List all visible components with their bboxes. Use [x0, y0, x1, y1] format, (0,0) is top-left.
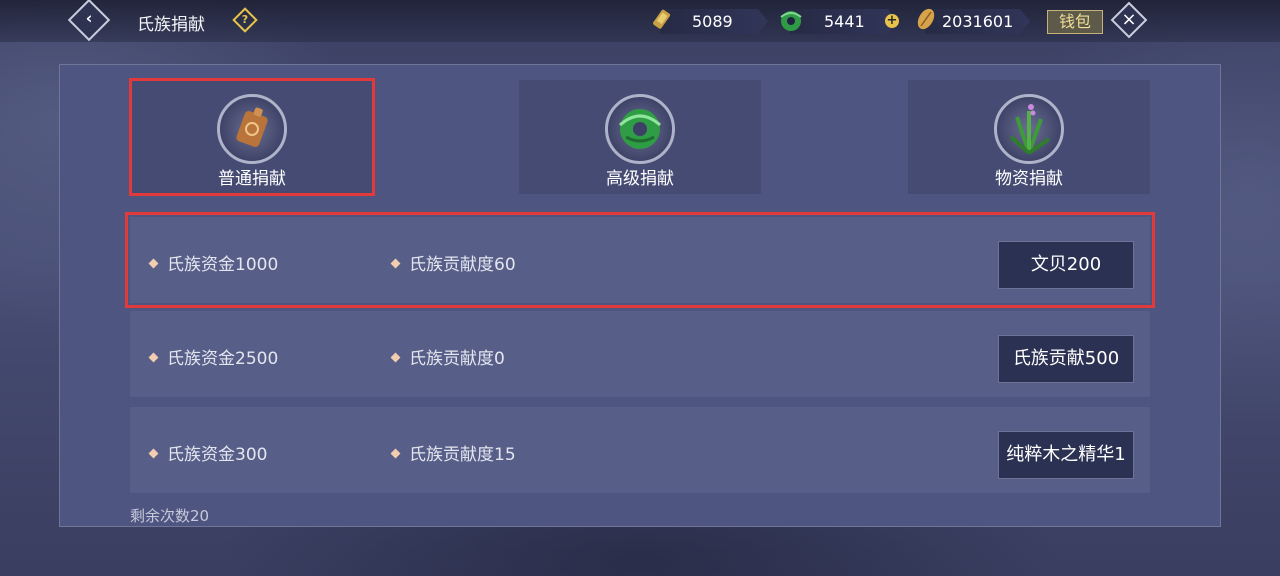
shell-icon	[917, 8, 935, 30]
diamond-bullet-icon	[390, 448, 401, 459]
diamond-bullet-icon	[390, 352, 401, 363]
top-bar: ‹ 氏族捐献 ? 5089 5441 + 2031601 钱包 ×	[0, 0, 1280, 42]
bronze-token-icon	[217, 94, 287, 164]
close-icon: ×	[1121, 9, 1137, 30]
wallet-button[interactable]: 钱包	[1047, 10, 1103, 34]
add-currency-icon[interactable]: +	[885, 14, 899, 28]
tab-normal-donation[interactable]: 普通捐献	[129, 78, 375, 196]
tab-advanced-donation[interactable]: 高级捐献	[519, 80, 761, 194]
currency-jade-value: 5441	[824, 12, 865, 31]
donate-button[interactable]: 文贝200	[998, 241, 1134, 289]
diamond-bullet-icon	[148, 258, 159, 269]
clan-fund-reward: 氏族资金1000	[148, 250, 278, 275]
donation-row: 氏族资金2500 氏族贡献度0 氏族贡献500	[130, 311, 1150, 397]
donate-button[interactable]: 纯粹木之精华1	[998, 431, 1134, 479]
currency-jade: 5441	[790, 9, 898, 34]
donation-panel: 普通捐献 高级捐献 物资捐献 氏族资金1000 氏族贡献度60 文贝200 氏族…	[59, 64, 1221, 527]
donate-button[interactable]: 氏族贡献500	[998, 335, 1134, 383]
diamond-bullet-icon	[390, 258, 401, 269]
back-button[interactable]: ‹	[67, 0, 111, 42]
clan-contribution-reward: 氏族贡献度0	[390, 344, 505, 369]
clan-fund-reward: 氏族资金300	[148, 440, 267, 465]
remaining-count: 剩余次数20	[130, 507, 210, 525]
donation-row: 氏族资金1000 氏族贡献度60 文贝200	[125, 212, 1155, 308]
clan-contribution-reward: 氏族贡献度60	[390, 250, 516, 275]
diamond-bullet-icon	[148, 448, 159, 459]
clan-contribution-reward: 氏族贡献度15	[390, 440, 516, 465]
diamond-bullet-icon	[148, 352, 159, 363]
help-icon[interactable]: ?	[232, 7, 258, 33]
tab-material-donation[interactable]: 物资捐献	[908, 80, 1150, 194]
currency-shell: 2031601	[925, 9, 1030, 34]
clan-fund-reward: 氏族资金2500	[148, 344, 278, 369]
page-title: 氏族捐献	[137, 15, 205, 35]
jade-icon	[780, 11, 802, 31]
jade-ring-icon	[605, 94, 675, 164]
currency-gold-value: 5089	[692, 12, 733, 31]
gold-coin-icon	[653, 9, 671, 29]
tab-advanced-donation-label: 高级捐献	[606, 169, 674, 189]
herb-plant-icon	[994, 94, 1064, 164]
tab-normal-donation-label: 普通捐献	[218, 169, 286, 189]
close-button[interactable]: ×	[1110, 1, 1148, 39]
tab-material-donation-label: 物资捐献	[995, 169, 1063, 189]
currency-gold: 5089	[660, 9, 768, 34]
currency-shell-value: 2031601	[942, 12, 1014, 31]
donation-row: 氏族资金300 氏族贡献度15 纯粹木之精华1	[130, 407, 1150, 493]
chevron-left-icon: ‹	[85, 8, 93, 28]
